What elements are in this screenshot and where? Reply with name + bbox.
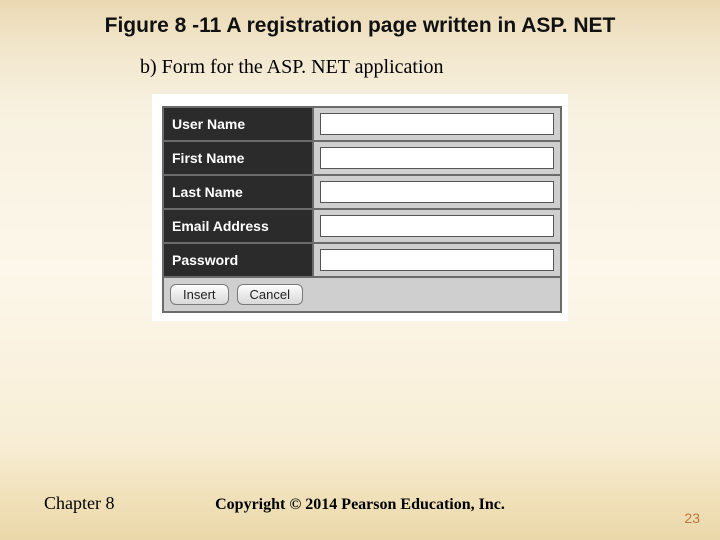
form-screenshot: User Name First Name Last Name Email Add… [152,94,568,321]
field-row-username: User Name [164,108,560,140]
email-input[interactable] [320,215,554,237]
label-password: Password [164,244,314,276]
label-username: User Name [164,108,314,140]
field-row-email: Email Address [164,208,560,242]
firstname-input[interactable] [320,147,554,169]
slide: Figure 8 -11 A registration page written… [0,0,720,540]
registration-form: User Name First Name Last Name Email Add… [162,106,562,313]
input-cell-firstname [314,142,560,174]
cancel-button[interactable]: Cancel [237,284,303,305]
label-firstname: First Name [164,142,314,174]
input-cell-email [314,210,560,242]
input-cell-username [314,108,560,140]
field-row-firstname: First Name [164,140,560,174]
field-row-lastname: Last Name [164,174,560,208]
figure-title: Figure 8 -11 A registration page written… [0,14,720,38]
password-input[interactable] [320,249,554,271]
copyright-text: Copyright © 2014 Pearson Education, Inc. [0,496,720,514]
input-cell-lastname [314,176,560,208]
label-email: Email Address [164,210,314,242]
input-cell-password [314,244,560,276]
button-row: Insert Cancel [164,276,560,311]
username-input[interactable] [320,113,554,135]
field-row-password: Password [164,242,560,276]
insert-button[interactable]: Insert [170,284,229,305]
label-lastname: Last Name [164,176,314,208]
figure-subtitle: b) Form for the ASP. NET application [140,56,444,79]
lastname-input[interactable] [320,181,554,203]
page-number: 23 [684,510,700,526]
